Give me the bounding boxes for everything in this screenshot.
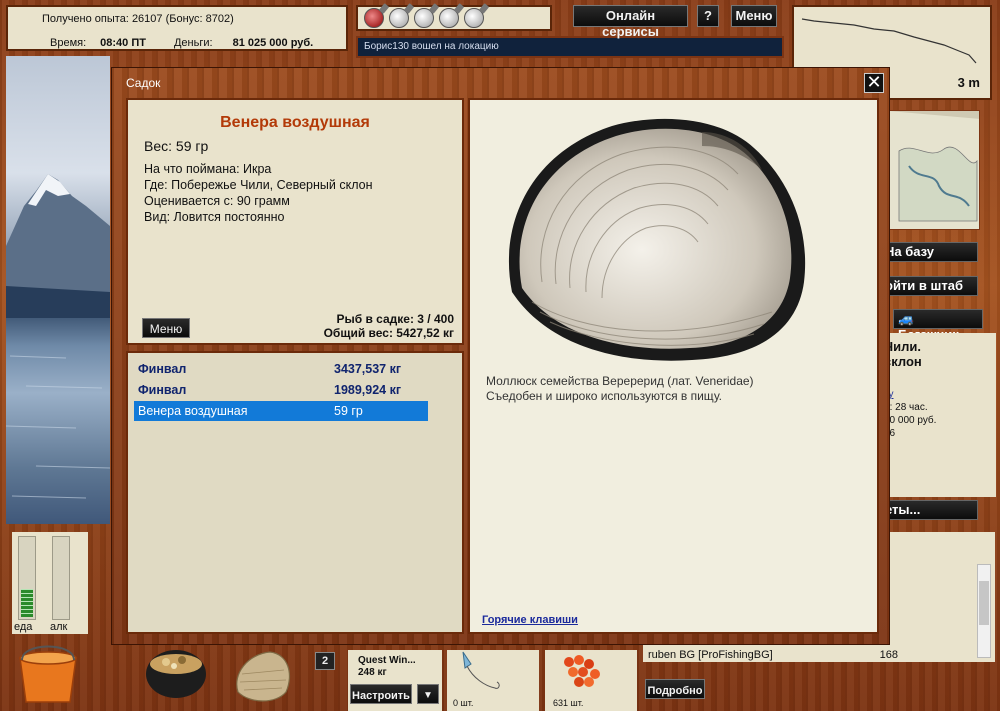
food-meter-fill xyxy=(21,589,33,617)
close-icon[interactable]: ✕ xyxy=(864,73,884,93)
bucket-icon[interactable] xyxy=(8,644,88,706)
alcohol-label: алк xyxy=(50,621,68,633)
flask-icon[interactable] xyxy=(364,8,384,28)
caught-on: На что поймана: Икра xyxy=(144,162,272,176)
hotkeys-link[interactable]: Горячие клавиши xyxy=(482,614,578,626)
to-hq-button[interactable]: ойти в штаб xyxy=(880,276,978,296)
description-line-1: Моллюск семейства Веререрид (лат. Veneri… xyxy=(486,374,754,388)
fish-list-row[interactable]: Финвал 1989,924 кг xyxy=(134,380,428,400)
money-label: Деньги: xyxy=(173,37,213,49)
bait-slot[interactable]: 631 шт. xyxy=(545,650,637,711)
more-button[interactable]: еты... xyxy=(880,500,978,520)
flask-icon[interactable] xyxy=(414,8,434,28)
location-message: Борис130 вошел на локацию xyxy=(356,36,784,58)
fish-list-name: Венера воздушная xyxy=(138,404,248,418)
clam-shell-image xyxy=(508,118,806,361)
dialog-title: Садок xyxy=(126,76,161,90)
sack-icon[interactable] xyxy=(228,644,296,706)
experience-line: Получено опыта: 26107 (Бонус: 8702) xyxy=(42,13,234,25)
minimap[interactable] xyxy=(888,110,980,230)
float-icon xyxy=(462,651,500,689)
experience-bonus: (Бонус: 8702) xyxy=(165,13,234,25)
flask-bar xyxy=(356,5,552,31)
bait-quantity: 631 шт. xyxy=(553,698,584,708)
fish-description: Моллюск семейства Веререрид (лат. Veneri… xyxy=(486,374,846,404)
keepnet-dialog: Садок ✕ Венера воздушная Вес: 59 гр На ч… xyxy=(111,67,890,645)
valuation: Оценивается с: 90 грамм xyxy=(144,194,290,208)
scroll-thumb[interactable] xyxy=(979,581,989,625)
caviar-bait-icon xyxy=(564,655,600,687)
fish-list-name: Финвал xyxy=(138,383,187,397)
keepnet-count: Рыб в садке: 3 / 400 xyxy=(336,312,454,326)
fish-name: Венера воздушная xyxy=(220,114,370,131)
chat-scrollbar[interactable] xyxy=(977,564,991,658)
needs-meters: еда алк xyxy=(12,532,88,634)
fish-description-panel: Моллюск семейства Веререрид (лат. Veneri… xyxy=(468,98,879,634)
food-meter xyxy=(18,536,36,620)
location-info-a: и: 28 час. xyxy=(884,402,928,413)
location-line-1: Чили. xyxy=(884,339,921,354)
flask-icon[interactable] xyxy=(439,8,459,28)
description-line-2: Съедобен и широко используются в пищу. xyxy=(486,389,722,403)
location-link[interactable]: ку xyxy=(884,389,992,400)
total-weight: Общий вес: 5427,52 кг xyxy=(323,326,454,340)
setup-button[interactable]: Настроить xyxy=(350,684,412,704)
hook-slot[interactable]: 0 шт. xyxy=(447,650,539,711)
time-label: Время: xyxy=(50,37,87,49)
fish-list: Финвал 3437,537 кг Финвал 1989,924 кг Венера… xyxy=(126,351,464,634)
help-button[interactable]: ? xyxy=(697,5,719,27)
fish-weight: Вес: 59 гр xyxy=(144,138,209,154)
rod-dropdown-button[interactable]: ▼ xyxy=(417,684,439,704)
location-scene xyxy=(6,56,110,524)
fish-list-name: Финвал xyxy=(138,362,187,376)
experience-value: 26107 xyxy=(131,13,163,25)
dialog-menu-button[interactable]: Меню xyxy=(142,318,190,338)
time-value: 08:40 ПТ xyxy=(100,37,146,49)
main-menu-button[interactable]: Меню xyxy=(731,5,777,27)
chat-entry: ruben BG [ProFishingBG] 168 xyxy=(648,649,898,661)
fish-info-panel: Венера воздушная Вес: 59 гр На что пойма… xyxy=(126,98,464,345)
online-services-button[interactable]: Онлайн сервисы xyxy=(573,5,688,39)
rod-name: Quest Win... xyxy=(358,655,416,666)
time-money-line: Время: 08:40 ПТ Деньги: 81 025 000 руб. xyxy=(50,37,313,49)
mountain-landscape xyxy=(6,174,110,499)
experience-label: Получено опыта: xyxy=(42,13,129,25)
food-pot-icon[interactable] xyxy=(142,644,210,706)
status-panel: Получено опыта: 26107 (Бонус: 8702) Врем… xyxy=(6,5,348,51)
catch-location: Где: Побережье Чили, Северный склон xyxy=(144,178,373,192)
rod-load: 248 кг xyxy=(358,667,387,678)
flask-icon[interactable] xyxy=(464,8,484,28)
car-icon: 🚙 xyxy=(898,311,915,326)
location-line-2: склон xyxy=(884,354,922,369)
availability: Вид: Ловится постоянно xyxy=(144,210,285,224)
fish-list-weight: 59 гр xyxy=(334,404,363,418)
fish-list-weight: 3437,537 кг xyxy=(334,362,402,376)
location-info-panel: Чили. склон ку и: 28 час. 00 000 руб. 26 xyxy=(880,333,996,497)
food-label: еда xyxy=(14,621,33,633)
fish-list-weight: 1989,924 кг xyxy=(334,383,402,397)
depth-value: 3 m xyxy=(957,75,980,90)
map-icon xyxy=(889,111,979,222)
location-info-b: 00 000 руб. xyxy=(884,415,937,426)
trunk-button[interactable]: 🚙 Багажник xyxy=(893,309,983,342)
alcohol-meter xyxy=(52,536,70,620)
hook-quantity: 0 шт. xyxy=(453,698,474,708)
fish-list-row[interactable]: Венера воздушная 59 гр xyxy=(134,401,428,421)
chat-value: 168 xyxy=(879,649,898,661)
location-info-c: 26 xyxy=(884,428,992,439)
to-base-button[interactable]: На базу xyxy=(880,242,978,262)
money-value: 81 025 000 руб. xyxy=(232,37,314,49)
details-button[interactable]: Подробно xyxy=(645,679,705,699)
fish-list-row[interactable]: Финвал 3437,537 кг xyxy=(134,359,428,379)
chat-user: ruben BG [ProFishingBG] xyxy=(648,649,773,661)
flask-icon[interactable] xyxy=(389,8,409,28)
quantity-badge: 2 xyxy=(315,652,335,670)
